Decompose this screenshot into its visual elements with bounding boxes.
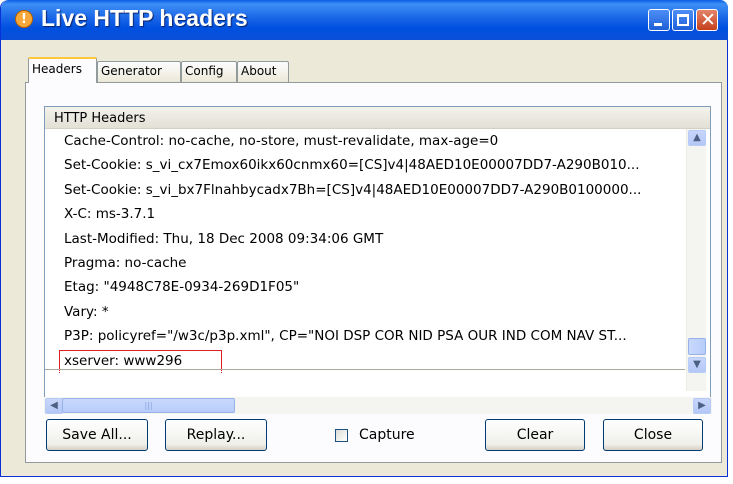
scroll-left-icon[interactable]: ◀ bbox=[45, 398, 63, 414]
tab-headers[interactable]: Headers bbox=[28, 57, 97, 83]
capture-checkbox[interactable] bbox=[335, 429, 348, 442]
maximize-button[interactable] bbox=[672, 9, 694, 31]
header-row[interactable]: X-C: ms-3.7.1 bbox=[45, 202, 685, 226]
horizontal-scrollbar[interactable]: ◀ ||| ▶ bbox=[44, 397, 712, 414]
capture-label: Capture bbox=[359, 427, 415, 443]
close-window-button[interactable]: ✕ bbox=[696, 9, 718, 31]
http-headers-list[interactable]: HTTP Headers Cache-Control: no-cache, no… bbox=[44, 106, 711, 412]
clear-button[interactable]: Clear bbox=[485, 419, 585, 451]
header-row-text: xserver: www296 bbox=[64, 352, 183, 369]
tab-generator[interactable]: Generator bbox=[97, 61, 181, 82]
list-column-header[interactable]: HTTP Headers bbox=[45, 107, 710, 129]
maximize-icon bbox=[677, 14, 689, 26]
tab-config[interactable]: Config bbox=[181, 61, 237, 82]
replay-button[interactable]: Replay... bbox=[165, 419, 267, 451]
vertical-scroll-thumb[interactable] bbox=[688, 338, 706, 355]
header-row[interactable]: Pragma: no-cache bbox=[45, 251, 685, 275]
header-row[interactable]: Cache-Control: no-cache, no-store, must-… bbox=[45, 129, 685, 153]
vertical-scrollbar[interactable]: ▲ ▼ bbox=[686, 129, 706, 391]
list-divider-light bbox=[45, 371, 685, 372]
header-row[interactable]: Vary: * bbox=[45, 300, 685, 324]
scroll-right-icon[interactable]: ▶ bbox=[693, 398, 711, 414]
livehttpheaders-icon[interactable]: ! bbox=[15, 10, 33, 28]
header-row[interactable]: Etag: "4948C78E-0934-269D1F05" bbox=[45, 275, 685, 299]
close-button[interactable]: Close bbox=[603, 419, 703, 451]
header-rows: Cache-Control: no-cache, no-store, must-… bbox=[45, 129, 685, 373]
tab-about[interactable]: About bbox=[237, 61, 289, 82]
minimize-icon bbox=[654, 23, 662, 26]
scroll-up-icon[interactable]: ▲ bbox=[688, 130, 706, 146]
header-row[interactable]: Last-Modified: Thu, 18 Dec 2008 09:34:06… bbox=[45, 227, 685, 251]
minimize-button[interactable] bbox=[648, 9, 670, 31]
scroll-down-icon[interactable]: ▼ bbox=[688, 357, 706, 373]
horizontal-scroll-thumb[interactable]: ||| bbox=[62, 398, 235, 413]
title-bar[interactable]: ! Live HTTP headers ✕ bbox=[1, 0, 728, 40]
header-row[interactable]: P3P: policyref="/w3c/p3p.xml", CP="NOI D… bbox=[45, 324, 685, 348]
save-all-button[interactable]: Save All... bbox=[46, 419, 148, 451]
app-window: ! Live HTTP headers ✕ Headers Generator … bbox=[0, 0, 728, 477]
header-row[interactable]: Set-Cookie: s_vi_bx7Flnahbycadx7Bh=[CS]v… bbox=[45, 178, 685, 202]
window-title: Live HTTP headers bbox=[41, 5, 248, 31]
close-icon: ✕ bbox=[700, 9, 716, 31]
header-row[interactable]: Set-Cookie: s_vi_cx7Emox60ikx60cnmx60=[C… bbox=[45, 153, 685, 177]
list-divider bbox=[45, 369, 685, 370]
